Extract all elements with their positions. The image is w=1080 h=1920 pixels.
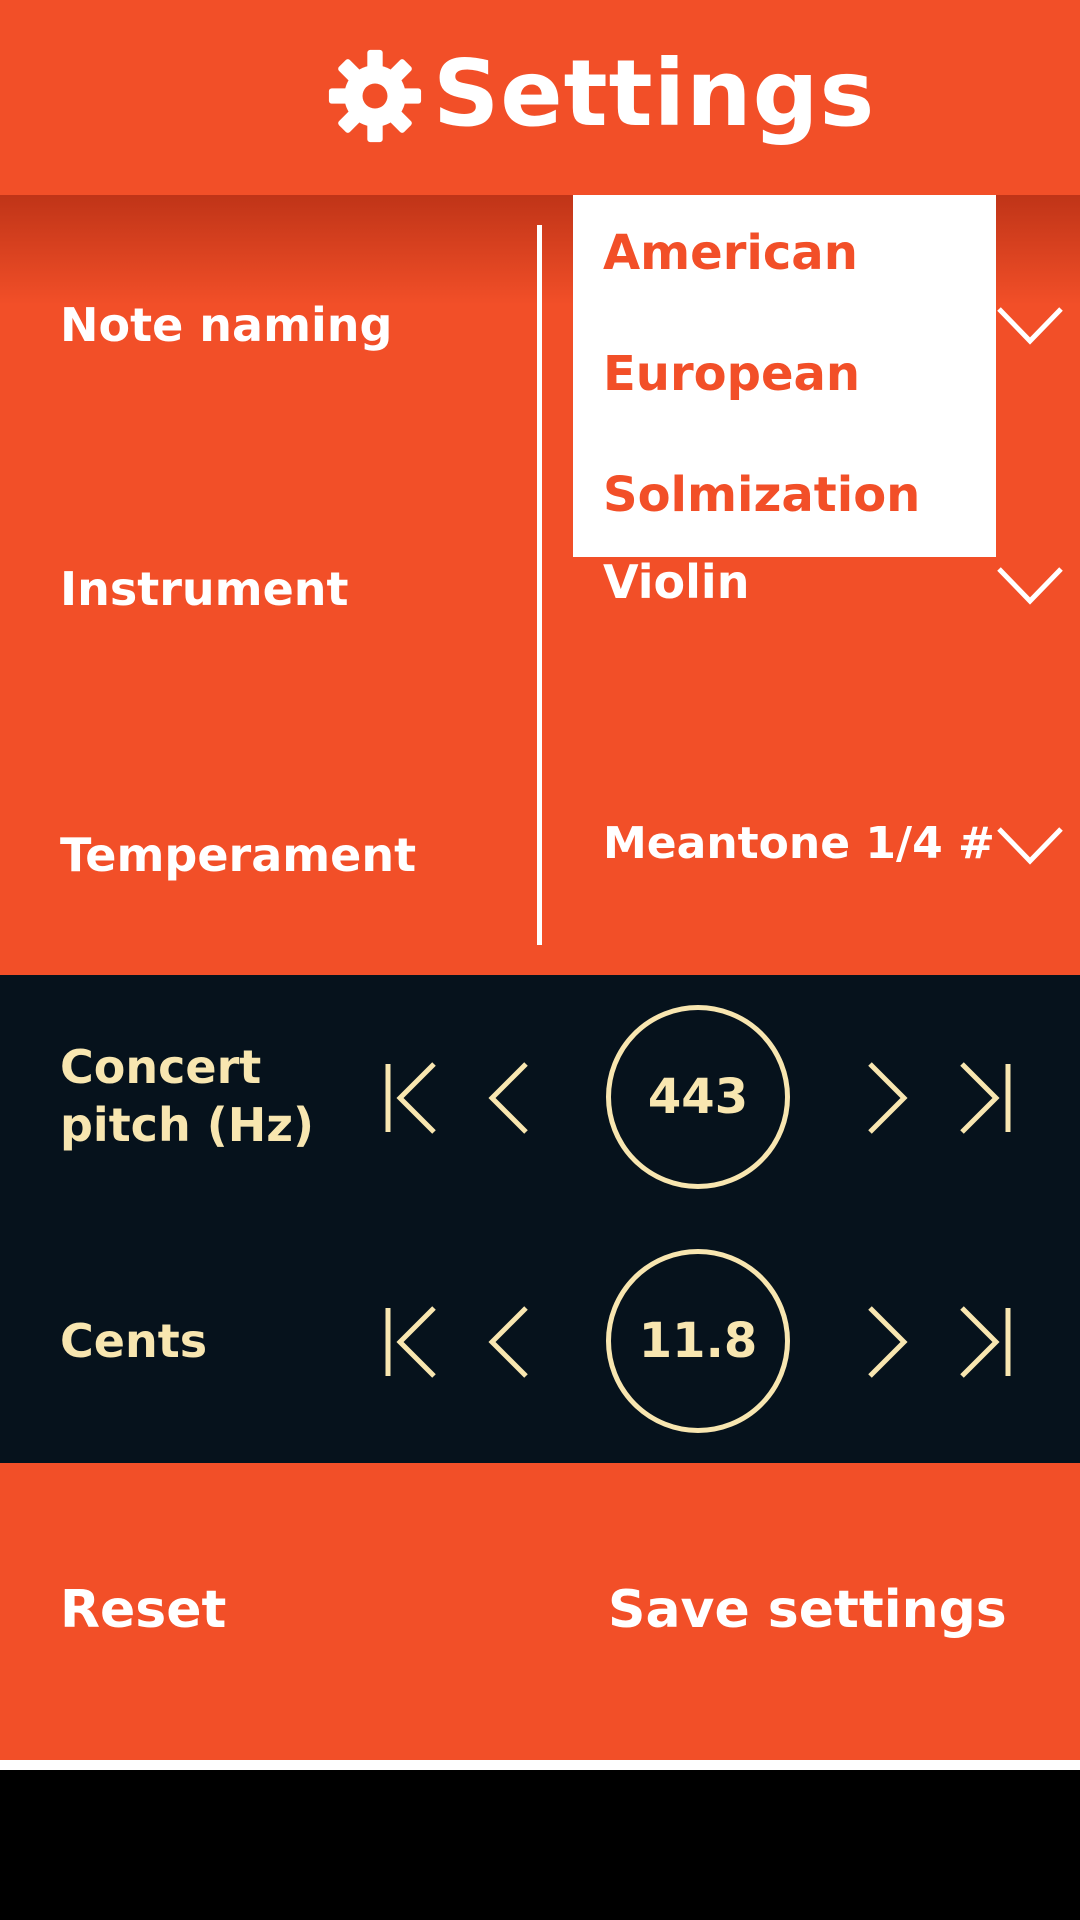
instrument-label: Instrument — [60, 562, 349, 616]
chevron-down-icon[interactable] — [995, 305, 1065, 345]
temperament-label: Temperament — [60, 828, 417, 882]
concert-pitch-value: 443 — [606, 1005, 790, 1189]
chevron-down-icon[interactable] — [995, 565, 1065, 605]
skip-to-start-icon[interactable] — [382, 1302, 442, 1382]
dropdown-option-american[interactable]: American — [603, 225, 858, 281]
chevron-down-icon[interactable] — [995, 825, 1065, 865]
concert-pitch-label-line2: pitch (Hz) — [60, 1098, 315, 1152]
chevron-right-icon[interactable] — [858, 1302, 918, 1382]
temperament-select-value[interactable]: Meantone 1/4 # — [603, 818, 995, 869]
save-settings-button[interactable]: Save settings — [608, 1580, 1007, 1640]
page-title: Settings — [433, 40, 876, 147]
chevron-left-icon[interactable] — [478, 1058, 538, 1138]
note-naming-dropdown: American European Solmization — [573, 195, 996, 557]
skip-to-end-icon[interactable] — [954, 1058, 1014, 1138]
dropdown-option-european[interactable]: European — [603, 346, 860, 402]
note-naming-label: Note naming — [60, 298, 393, 352]
column-divider — [537, 225, 542, 945]
reset-button[interactable]: Reset — [60, 1580, 226, 1640]
concert-pitch-number: 443 — [647, 1069, 749, 1125]
app-header: Settings — [0, 0, 1080, 195]
skip-to-end-icon[interactable] — [954, 1302, 1014, 1382]
instrument-select-value[interactable]: Violin — [603, 555, 749, 609]
cents-value: 11.8 — [606, 1249, 790, 1433]
cents-number: 11.8 — [638, 1313, 758, 1369]
gear-icon — [328, 49, 422, 143]
bottom-divider — [0, 1760, 1080, 1770]
concert-pitch-label-line1: Concert — [60, 1040, 262, 1094]
concert-pitch-label: Concert pitch (Hz) — [60, 1038, 314, 1154]
skip-to-start-icon[interactable] — [382, 1058, 442, 1138]
chevron-left-icon[interactable] — [478, 1302, 538, 1382]
dropdown-option-solmization[interactable]: Solmization — [603, 467, 920, 523]
chevron-right-icon[interactable] — [858, 1058, 918, 1138]
cents-label: Cents — [60, 1314, 208, 1368]
